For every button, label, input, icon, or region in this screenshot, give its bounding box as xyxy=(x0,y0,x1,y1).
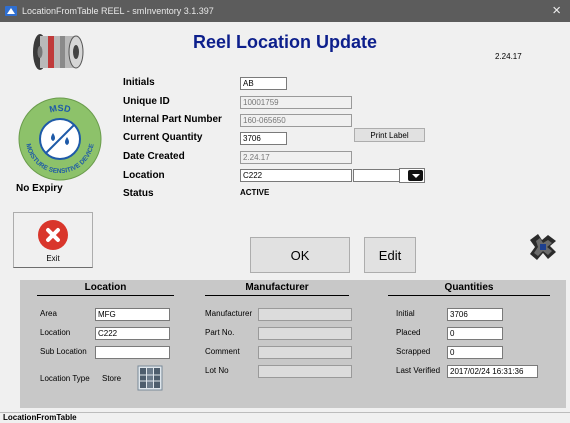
puzzle-icon xyxy=(530,234,556,260)
close-circle-icon xyxy=(38,220,68,250)
location-type-label: Location Type xyxy=(40,374,90,383)
lot-no-field xyxy=(258,365,352,378)
area-label: Area xyxy=(40,309,57,318)
status-bar: LocationFromTable xyxy=(0,412,570,423)
location-section-title: Location xyxy=(84,282,127,293)
scrapped-qty-input[interactable]: 0 xyxy=(447,346,503,359)
location-label: Location xyxy=(123,170,165,181)
comment-label: Comment xyxy=(205,347,240,356)
status-value: ACTIVE xyxy=(240,188,270,197)
divider xyxy=(37,295,174,296)
date-created-label: Date Created xyxy=(123,151,185,162)
initials-label: Initials xyxy=(123,77,155,88)
exit-button[interactable]: Exit xyxy=(13,212,93,268)
unique-id-field: 10001759 xyxy=(240,96,352,109)
placed-qty-input[interactable]: 0 xyxy=(447,327,503,340)
divider xyxy=(388,295,550,296)
location-input[interactable]: C222 xyxy=(240,169,352,182)
comment-field xyxy=(258,346,352,359)
main-window: Reel Location Update 2.24.17 MSD MOISTUR… xyxy=(0,22,570,412)
internal-part-number-field: 160-065650 xyxy=(240,114,352,127)
initial-qty-input[interactable]: 3706 xyxy=(447,308,503,321)
exit-button-label: Exit xyxy=(46,254,60,263)
scrapped-label: Scrapped xyxy=(396,347,431,356)
unique-id-label: Unique ID xyxy=(123,96,170,107)
section-location-label: Location xyxy=(40,328,71,337)
sub-location-input[interactable] xyxy=(95,346,170,359)
location-type-value: Store xyxy=(102,374,122,383)
detail-panel: Location Area MFG Location C222 Sub Loca… xyxy=(20,280,566,408)
sub-location-label: Sub Location xyxy=(40,347,87,356)
part-no-field xyxy=(258,327,352,340)
location-dropdown-button[interactable] xyxy=(399,168,425,183)
logo-text-top: MSD xyxy=(48,103,72,115)
chevron-down-icon xyxy=(408,170,423,181)
manufacturer-section-title: Manufacturer xyxy=(245,282,309,293)
location-dropdown[interactable] xyxy=(353,169,401,182)
edit-button[interactable]: Edit xyxy=(364,237,416,273)
version-label: 2.24.17 xyxy=(495,52,522,61)
placed-label: Placed xyxy=(396,328,421,337)
manufacturer-field xyxy=(258,308,352,321)
last-verified-label: Last Verified xyxy=(396,366,441,375)
app-icon xyxy=(5,6,17,16)
quantities-section-title: Quantities xyxy=(444,282,494,293)
ok-button[interactable]: OK xyxy=(250,237,350,273)
manufacturer-label: Manufacturer xyxy=(205,309,253,318)
section-location-input[interactable]: C222 xyxy=(95,327,170,340)
lot-no-label: Lot No xyxy=(205,366,229,375)
title-bar: LocationFromTable REEL - smInventory 3.1… xyxy=(0,0,570,22)
area-input[interactable]: MFG xyxy=(95,308,170,321)
initial-label: Initial xyxy=(396,309,415,318)
status-label: Status xyxy=(123,188,154,199)
print-label-button[interactable]: Print Label xyxy=(354,128,425,142)
divider xyxy=(205,295,349,296)
last-verified-field[interactable]: 2017/02/24 16:31:36 xyxy=(447,365,538,378)
date-created-field: 2.24.17 xyxy=(240,151,352,164)
internal-part-number-label: Internal Part Number xyxy=(123,114,222,125)
page-title: Reel Location Update xyxy=(192,32,378,52)
svg-text:MSD: MSD xyxy=(48,103,72,115)
current-quantity-input[interactable]: 3706 xyxy=(240,132,287,145)
storage-rack-icon xyxy=(137,365,163,391)
close-icon[interactable]: × xyxy=(552,2,561,19)
part-no-label: Part No. xyxy=(205,328,235,337)
expiry-label: No Expiry xyxy=(16,183,63,194)
window-title: LocationFromTable REEL - smInventory 3.1… xyxy=(22,6,214,16)
current-quantity-label: Current Quantity xyxy=(123,132,203,143)
msd-logo: MSD MOISTURE SENSITIVE DEVICE xyxy=(18,97,102,181)
initials-input[interactable]: AB xyxy=(240,77,287,90)
